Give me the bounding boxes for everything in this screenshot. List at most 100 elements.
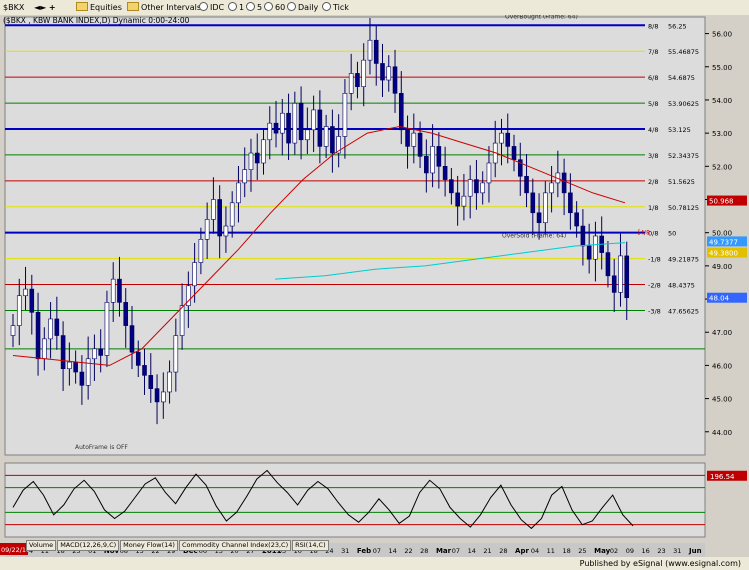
candle-body [536,212,542,224]
y-tick-label: 46.00 [712,362,732,370]
candle-body [424,156,429,174]
candle-body [543,192,548,224]
candle-body [574,212,579,227]
x-tick-label: 04 [531,547,539,555]
candle-body [29,288,35,313]
candle-body [73,361,78,373]
chart-window[interactable]: 44.0045.0046.0047.0048.0049.0050.0051.00… [0,14,749,557]
candle-body [561,172,567,194]
x-tick-label: 11 [547,547,555,555]
murrey-value: 48.4375 [668,282,695,290]
lower-plot-area [4,462,706,538]
candle-body [386,66,392,81]
murrey-value: 47.65625 [668,307,699,315]
murrey-label: -3/8 [648,307,661,315]
candle-body [267,122,273,141]
candle-body [474,179,479,194]
interval-tick-button[interactable]: Tick [322,0,349,15]
toolbar: $BKX ◄► + Equities Other Intervals IDC 1… [0,0,749,16]
x-tick-label: 25 [578,547,586,555]
candle-body [442,166,448,180]
candle-body [586,245,592,260]
clock-icon [264,2,273,11]
interval-daily-button[interactable]: Daily [287,0,318,15]
study-tab-rsi[interactable]: RSI(14,C) [292,540,329,551]
x-tick-label: Apr [515,547,529,555]
murrey-label: 5/8 [648,100,658,108]
candle-body [580,225,586,247]
candle-body [593,235,598,260]
candle-body [211,199,216,220]
candle-body [117,278,122,303]
folder-icon [76,2,88,11]
study-tab-money-flow[interactable]: Money Flow(14) [120,540,178,551]
murrey-value: 54.6875 [668,74,695,82]
candle-body [605,252,611,277]
murrey-label: 7/8 [648,48,658,56]
x-tick-label: 18 [562,547,570,555]
y-tick-label: 55.00 [712,64,732,72]
footer-credit: Published by eSignal (www.esignal.com) [579,559,741,568]
candle-body [411,132,417,147]
idc-button[interactable]: IDC [199,0,224,15]
forward-arrow-icon[interactable]: ► [40,3,46,12]
murrey-value: 51.5625 [668,178,695,186]
other-intervals-folder-button[interactable]: Other Intervals [127,0,201,15]
candle-body [298,102,304,141]
oscillator-value-label: 196.54 [710,473,735,481]
study-tab-cci[interactable]: Commodity Channel Index(23,C) [178,540,292,551]
candle-body [436,146,442,167]
candle-body [286,112,291,144]
x-tick-label: Jun [688,547,702,555]
x-tick-label: 14 [389,547,397,555]
murrey-value: 53.90625 [668,100,699,108]
murrey-label: 8/8 [648,22,658,30]
candle-body [505,132,511,147]
equities-folder-button[interactable]: Equities [76,0,122,15]
price-flag-label: 50.968 [709,198,734,206]
candle-body [23,288,28,297]
candle-body [511,146,517,160]
candle-body [417,132,423,157]
candle-body [380,63,385,81]
murrey-label: 1/8 [648,204,658,212]
nav-icons[interactable]: ◄► + [34,0,56,15]
candle-body [361,59,367,87]
interval-5-button[interactable]: 5 [246,0,262,15]
study-tab-volume[interactable]: Volume [26,540,57,551]
x-tick-label: 22 [404,547,412,555]
candle-body [179,305,185,336]
folder-icon [127,2,139,11]
x-tick-label: 31 [341,547,349,555]
candle-body [467,179,473,197]
candle-body [142,365,147,376]
study-tabs: Volume MACD(12,26,9,C) Money Flow(14) Commo… [26,540,330,551]
symbol-field[interactable]: $BKX [3,0,24,15]
clock-icon [287,2,296,11]
chart-svg[interactable]: 44.0045.0046.0047.0048.0049.0050.0051.00… [0,14,749,557]
candle-body [48,318,53,340]
x-tick-label: Feb [357,547,371,555]
y-tick-label: 49.00 [712,263,732,271]
candle-body [449,179,454,194]
candle-body [67,361,72,370]
x-tick-label: 28 [499,547,507,555]
candle-body [110,278,116,303]
x-tick-label: 07 [373,547,381,555]
interval-60-button[interactable]: 60 [264,0,285,15]
candle-body [54,318,60,336]
price-flag-label: 49.7377 [709,238,738,246]
candle-body [292,102,298,144]
candle-body [173,335,179,373]
candle-body [430,146,435,174]
x-tick-label: 07 [452,547,460,555]
candle-body [611,275,617,293]
candle-body [98,348,103,356]
study-tab-macd[interactable]: MACD(12,26,9,C) [57,540,120,551]
candle-body [60,335,66,370]
candle-body [148,375,154,389]
candle-body [92,348,97,360]
y-tick-label: 54.00 [712,97,732,105]
add-icon[interactable]: + [49,3,56,12]
interval-1-button[interactable]: 1 [228,0,244,15]
